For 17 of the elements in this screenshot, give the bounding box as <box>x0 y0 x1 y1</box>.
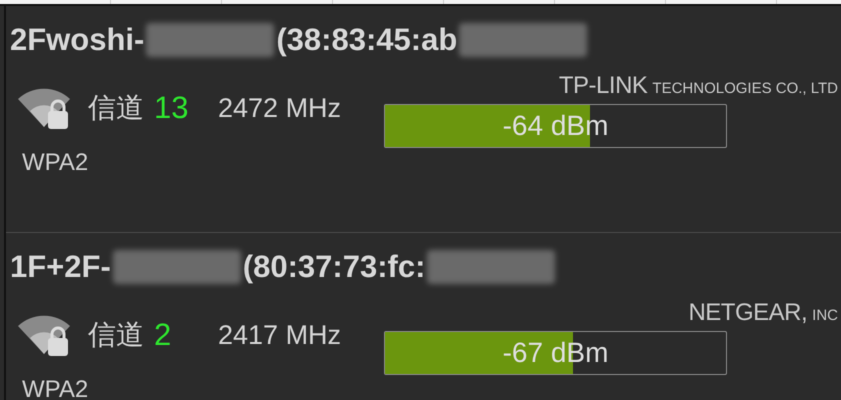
network-name: 2Fwoshi- <box>10 22 144 58</box>
vendor-suffix: INC <box>812 307 838 324</box>
frequency: 2417 MHz <box>218 320 342 350</box>
mac-address: (38:83:45:ab <box>276 22 458 58</box>
vendor-name: NETGEAR, <box>688 299 808 327</box>
channel-number: 2 <box>154 317 172 353</box>
channel-label: 信道 <box>88 318 144 352</box>
vendor-suffix: TECHNOLOGIES CO., LTD <box>652 80 838 97</box>
security-type: WPA2 <box>22 375 90 400</box>
mac-address: (80:37:73:fc: <box>242 249 426 285</box>
network-name: 1F+2F- <box>10 249 111 285</box>
channel-label: 信道 <box>88 91 144 125</box>
channel-number: 13 <box>154 90 190 126</box>
vendor-name: TP-LINK <box>558 72 648 100</box>
security-type: WPA2 <box>22 148 90 178</box>
frequency: 2472 MHz <box>218 92 342 124</box>
signal-reading: -64 dBm <box>502 110 608 142</box>
